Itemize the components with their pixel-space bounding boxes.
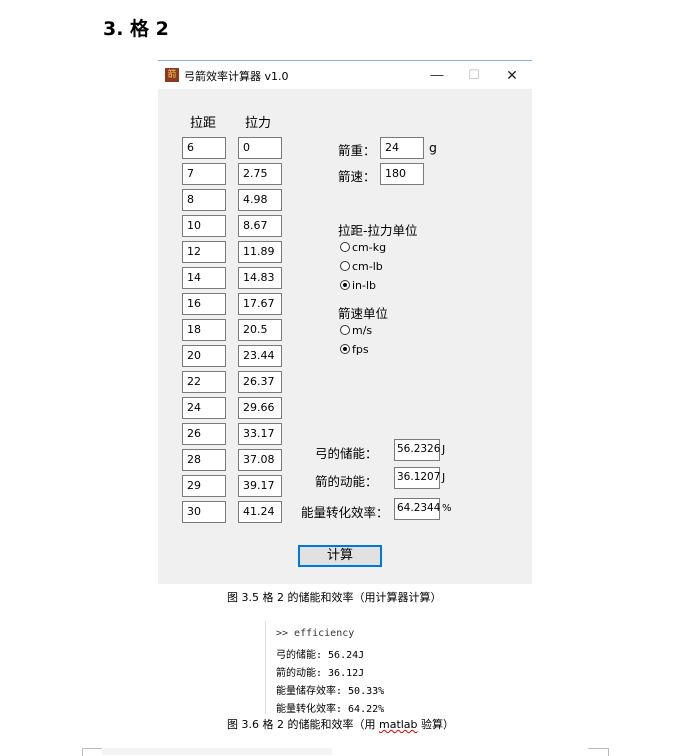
bow-energy-label: 弓的储能： [315, 446, 378, 461]
bow-energy-output[interactable]: 56.2326 [394, 439, 440, 461]
radio-cm-kg[interactable]: cm-kg [340, 241, 386, 254]
page-shadow [102, 748, 332, 755]
radio-circle-selected[interactable] [340, 344, 350, 354]
efficiency-label: 能量转化效率： [301, 505, 389, 520]
matlab-word: matlab [378, 718, 418, 731]
calculate-button[interactable]: 计算 [298, 545, 382, 567]
minimize-button[interactable]: — [426, 65, 448, 85]
radio-mps[interactable]: m/s [340, 324, 372, 337]
radio-circle[interactable] [340, 261, 350, 271]
console-line: >> efficiency [276, 628, 355, 639]
draw-force-input[interactable]: 39.17 [238, 475, 282, 497]
draw-force-input[interactable]: 37.08 [238, 449, 282, 471]
title-bar[interactable]: 箭 弓箭效率计算器 v1.0 — ☐ ✕ [158, 60, 532, 89]
radio-fps[interactable]: fps [340, 343, 369, 356]
draw-length-header: 拉距 [190, 116, 217, 131]
arrow-weight-unit: g [429, 140, 437, 155]
matlab-console: >> efficiency 弓的储能: 56.24J 箭的动能: 36.12J … [265, 622, 386, 715]
draw-force-input[interactable]: 33.17 [238, 423, 282, 445]
arrow-ke-label: 箭的动能： [315, 474, 378, 489]
figure-caption-2: 图 3.6 格 2 的储能和效率（用 matlab 验算） [227, 718, 455, 731]
draw-length-input[interactable]: 10 [182, 215, 226, 237]
draw-length-input[interactable]: 22 [182, 371, 226, 393]
draw-length-input[interactable]: 26 [182, 423, 226, 445]
arrow-speed-label: 箭速： [338, 169, 376, 184]
console-line: 箭的动能: 36.12J [276, 668, 365, 679]
draw-length-input[interactable]: 16 [182, 293, 226, 315]
arrow-weight-label: 箭重： [338, 143, 376, 158]
section-heading: 3. 格 2 [103, 18, 169, 40]
bow-energy-unit: J [442, 443, 446, 456]
draw-length-input[interactable]: 8 [182, 189, 226, 211]
draw-length-input[interactable]: 29 [182, 475, 226, 497]
radio-in-lb[interactable]: in-lb [340, 279, 376, 292]
draw-length-input[interactable]: 6 [182, 137, 226, 159]
draw-length-input[interactable]: 30 [182, 501, 226, 523]
figure-caption-1: 图 3.5 格 2 的储能和效率（用计算器计算） [227, 591, 442, 604]
console-line: 弓的储能: 56.24J [276, 650, 365, 661]
draw-length-input[interactable]: 24 [182, 397, 226, 419]
draw-force-input[interactable]: 14.83 [238, 267, 282, 289]
draw-force-input[interactable]: 11.89 [238, 241, 282, 263]
radio-circle[interactable] [340, 242, 350, 252]
draw-force-input[interactable]: 17.67 [238, 293, 282, 315]
draw-force-input[interactable]: 2.75 [238, 163, 282, 185]
radio-cm-lb[interactable]: cm-lb [340, 260, 383, 273]
radio-circle-selected[interactable] [340, 280, 350, 290]
draw-force-header: 拉力 [245, 116, 272, 131]
draw-force-input[interactable]: 29.66 [238, 397, 282, 419]
draw-length-input[interactable]: 12 [182, 241, 226, 263]
draw-force-input[interactable]: 41.24 [238, 501, 282, 523]
draw-force-input[interactable]: 23.44 [238, 345, 282, 367]
draw-length-input[interactable]: 18 [182, 319, 226, 341]
draw-force-input[interactable]: 20.5 [238, 319, 282, 341]
radio-circle[interactable] [340, 325, 350, 335]
console-line: 能量储存效率: 50.33% [276, 686, 385, 697]
calculator-window: 箭 弓箭效率计算器 v1.0 — ☐ ✕ 拉距 拉力 6 0 7 2.75 8 4.98 1… [158, 60, 532, 584]
draw-force-input[interactable]: 8.67 [238, 215, 282, 237]
arrow-ke-unit: J [442, 471, 446, 484]
draw-length-input[interactable]: 28 [182, 449, 226, 471]
draw-force-input[interactable]: 26.37 [238, 371, 282, 393]
draw-length-input[interactable]: 20 [182, 345, 226, 367]
draw-length-input[interactable]: 7 [182, 163, 226, 185]
close-button[interactable]: ✕ [501, 65, 523, 85]
draw-force-input[interactable]: 4.98 [238, 189, 282, 211]
speed-unit-label: 箭速单位 [338, 306, 389, 321]
maximize-button[interactable]: ☐ [463, 65, 485, 85]
efficiency-output[interactable]: 64.2344 [394, 498, 440, 520]
window-title: 弓箭效率计算器 v1.0 [184, 70, 289, 83]
console-line: 能量转化效率: 64.22% [276, 704, 385, 715]
arrow-speed-input[interactable]: 180 [380, 163, 424, 185]
draw-force-input[interactable]: 0 [238, 137, 282, 159]
draw-length-input[interactable]: 14 [182, 267, 226, 289]
unit-group-label: 拉距-拉力单位 [338, 223, 418, 238]
arrow-ke-output[interactable]: 36.1207 [394, 467, 440, 489]
app-icon: 箭 [165, 68, 179, 82]
efficiency-unit: % [442, 503, 452, 514]
arrow-weight-input[interactable]: 24 [380, 137, 424, 159]
